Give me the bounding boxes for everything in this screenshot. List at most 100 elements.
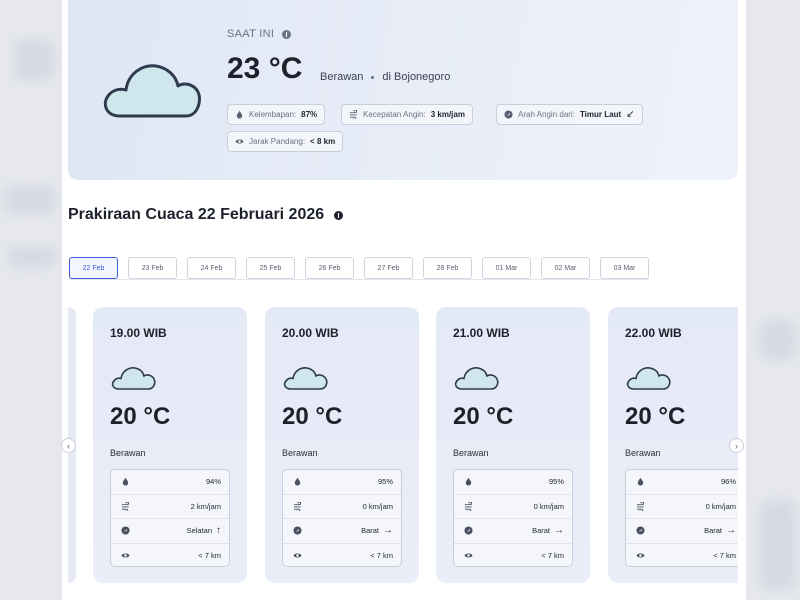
wind-direction-value: Barat → <box>704 525 736 536</box>
cloud-icon <box>111 367 156 390</box>
wind-direction-text: Barat <box>532 526 550 536</box>
visibility-row: < 7 km <box>283 544 401 569</box>
wind-direction-value: Selatan ↑ <box>187 525 221 536</box>
tab-date[interactable]: 01 Mar <box>482 257 531 279</box>
arrow-down-left-icon: ↙ <box>626 109 635 120</box>
tab-date[interactable]: 28 Feb <box>423 257 472 279</box>
tab-date[interactable]: 02 Mar <box>541 257 590 279</box>
humidity-row: 94% <box>111 470 229 495</box>
chip-value: 87% <box>301 110 318 119</box>
visibility-row: < 7 km <box>111 544 229 569</box>
chip-value: < 8 km <box>310 137 336 146</box>
visibility-value: < 7 km <box>713 551 736 561</box>
compass-icon <box>121 526 130 535</box>
current-weather-card: SAAT INI 23 °C Berawan di Bojonegoro Kel… <box>68 0 738 180</box>
arrow-right-icon: → <box>726 525 736 537</box>
humidity-value: 94% <box>205 477 221 487</box>
wind-direction-text: Barat <box>704 526 722 536</box>
wind-icon <box>464 501 473 511</box>
hourly-carousel: 19.00 WIB 20 °C Berawan 94% 2 km/jam Sel… <box>68 307 738 587</box>
humidity-chip: Kelembapan: 87% <box>227 104 326 125</box>
tab-date[interactable]: 25 Feb <box>246 257 295 279</box>
wind-direction-text: Barat <box>361 526 379 536</box>
compass-icon <box>504 110 513 119</box>
hour-details: 94% 2 km/jam Selatan ↑ < 7 km <box>110 469 230 567</box>
wind-speed-row: 0 km/jam <box>283 495 401 519</box>
droplet-icon <box>637 478 644 486</box>
eye-icon <box>121 553 130 558</box>
forecast-title-text: Prakiraan Cuaca 22 Februari 2026 <box>68 206 325 223</box>
eye-icon <box>235 139 244 144</box>
hour-condition: Berawan <box>110 448 146 458</box>
hour-time: 19.00 WIB <box>110 326 167 340</box>
tabs-divider <box>69 279 649 280</box>
carousel-next-button[interactable]: › <box>729 438 744 453</box>
visibility-row: < 7 km <box>454 544 572 569</box>
humidity-value: 95% <box>377 477 393 487</box>
wind-direction-row: Barat → <box>283 519 401 544</box>
tab-date[interactable]: 23 Feb <box>128 257 177 279</box>
cloud-icon <box>454 367 499 390</box>
wind-direction-value: Barat → <box>532 525 564 536</box>
info-icon[interactable] <box>282 29 292 39</box>
date-tabs: 22 Feb 23 Feb 24 Feb 25 Feb 26 Feb 27 Fe… <box>69 257 649 279</box>
hour-card: 19.00 WIB 20 °C Berawan 94% 2 km/jam Sel… <box>93 307 247 583</box>
chip-label: Jarak Pandang: <box>249 137 306 146</box>
chip-value: Timur Laut <box>579 110 622 119</box>
hour-temperature: 20 °C <box>625 403 686 430</box>
wind-icon <box>349 110 358 119</box>
wind-direction-row: Selatan ↑ <box>111 519 229 544</box>
separator-dot <box>371 75 375 79</box>
visibility-row: < 7 km <box>626 544 738 569</box>
current-temperature: 23 °C <box>227 52 303 85</box>
wind-icon <box>293 501 302 511</box>
wind-direction-text: Selatan <box>186 526 212 536</box>
hour-time: 22.00 WIB <box>625 326 682 340</box>
tab-date[interactable]: 03 Mar <box>600 257 649 279</box>
compass-icon <box>293 526 302 535</box>
hour-time: 20.00 WIB <box>282 326 339 340</box>
cloud-icon <box>103 64 201 118</box>
droplet-icon <box>122 478 129 486</box>
wind-speed-value: 0 km/jam <box>362 501 393 511</box>
current-condition: Berawan di Bojonegoro <box>320 71 450 83</box>
hour-details: 95% 0 km/jam Barat → < 7 km <box>453 469 573 567</box>
humidity-value: 95% <box>548 477 564 487</box>
compass-icon <box>464 526 473 535</box>
wind-icon <box>121 501 130 511</box>
hour-condition: Berawan <box>282 448 318 458</box>
hour-condition: Berawan <box>453 448 489 458</box>
hour-card: 22.00 WIB 20 °C Berawan 96% 0 km/jam Bar… <box>608 307 738 583</box>
compass-icon <box>636 526 645 535</box>
wind-direction-row: Barat → <box>454 519 572 544</box>
carousel-prev-button[interactable]: ‹ <box>61 438 76 453</box>
eye-icon <box>293 553 302 558</box>
chip-label: Kelembapan: <box>249 110 297 119</box>
tab-date[interactable]: 24 Feb <box>187 257 236 279</box>
tab-date[interactable]: 27 Feb <box>364 257 413 279</box>
hour-condition: Berawan <box>625 448 661 458</box>
wind-speed-row: 0 km/jam <box>454 495 572 519</box>
wind-speed-value: 0 km/jam <box>533 501 564 511</box>
wind-direction-chip: Arah Angin dari: Timur Laut ↙ <box>496 104 643 125</box>
humidity-row: 95% <box>454 470 572 495</box>
info-icon[interactable] <box>334 210 344 220</box>
now-label: SAAT INI <box>227 28 292 40</box>
wind-speed-value: 0 km/jam <box>705 501 736 511</box>
droplet-icon <box>236 110 243 119</box>
droplet-icon <box>294 478 301 486</box>
location-text: di Bojonegoro <box>382 71 451 83</box>
chip-label: Kecepatan Angin: <box>363 110 426 119</box>
hour-details: 95% 0 km/jam Barat → < 7 km <box>282 469 402 567</box>
tab-date[interactable]: 22 Feb <box>69 257 118 279</box>
hour-temperature: 20 °C <box>110 403 171 430</box>
wind-direction-row: Barat → <box>626 519 738 544</box>
hour-card: 20.00 WIB 20 °C Berawan 95% 0 km/jam Bar… <box>265 307 419 583</box>
visibility-chip: Jarak Pandang: < 8 km <box>227 131 344 152</box>
wind-speed-row: 2 km/jam <box>111 495 229 519</box>
hour-temperature: 20 °C <box>453 403 514 430</box>
wind-speed-value: 2 km/jam <box>190 501 221 511</box>
tab-date[interactable]: 26 Feb <box>305 257 354 279</box>
wind-speed-row: 0 km/jam <box>626 495 738 519</box>
wind-direction-value: Barat → <box>361 525 393 536</box>
